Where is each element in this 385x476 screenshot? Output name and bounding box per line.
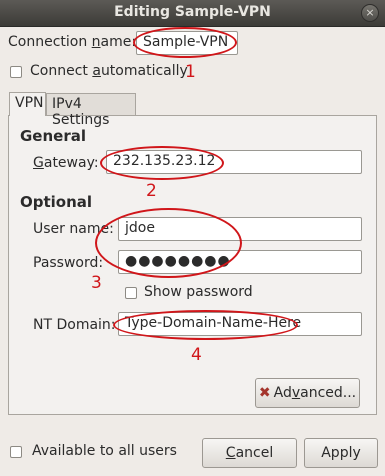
tab-vpn[interactable]: VPN bbox=[9, 92, 46, 116]
close-icon[interactable]: × bbox=[361, 4, 379, 22]
username-input[interactable]: jdoe bbox=[118, 217, 362, 241]
cancel-button[interactable]: Cancel bbox=[202, 438, 297, 468]
nt-domain-input[interactable]: Type-Domain-Name-Here bbox=[118, 312, 362, 336]
annotation-number-4: 4 bbox=[191, 345, 202, 365]
show-password-checkbox[interactable] bbox=[125, 287, 137, 299]
optional-heading: Optional bbox=[20, 193, 93, 211]
available-to-all-users-checkbox[interactable] bbox=[10, 446, 22, 458]
annotation-number-1: 1 bbox=[185, 62, 196, 82]
connect-automatically-checkbox[interactable] bbox=[10, 66, 22, 78]
gateway-input[interactable]: 232.135.23.12 bbox=[106, 150, 362, 174]
general-heading: General bbox=[20, 127, 86, 145]
advanced-button[interactable]: ✖ Advanced... bbox=[255, 378, 360, 408]
show-password-label: Show password bbox=[144, 284, 253, 300]
nt-domain-label: NT Domain: bbox=[33, 317, 116, 333]
title-bar: Editing Sample-VPN × bbox=[0, 0, 385, 27]
window-title: Editing Sample-VPN bbox=[114, 4, 271, 20]
connect-automatically-label: Connect automatically bbox=[30, 63, 188, 79]
tab-ipv4-settings[interactable]: IPv4 Settings bbox=[46, 93, 136, 128]
password-input[interactable]: ●●●●●●●● bbox=[118, 250, 362, 274]
password-label: Password: bbox=[33, 255, 104, 271]
annotation-number-2: 2 bbox=[146, 181, 157, 201]
connection-name-label: Connection name: bbox=[8, 34, 137, 50]
apply-button[interactable]: Apply bbox=[304, 438, 378, 468]
available-to-all-users-label: Available to all users bbox=[32, 443, 177, 459]
connection-name-input[interactable]: Sample-VPN bbox=[136, 31, 238, 55]
gateway-label: Gateway: bbox=[33, 155, 99, 171]
tools-icon: ✖ bbox=[258, 385, 271, 401]
username-label: User name: bbox=[33, 221, 114, 237]
annotation-number-3: 3 bbox=[91, 273, 102, 293]
